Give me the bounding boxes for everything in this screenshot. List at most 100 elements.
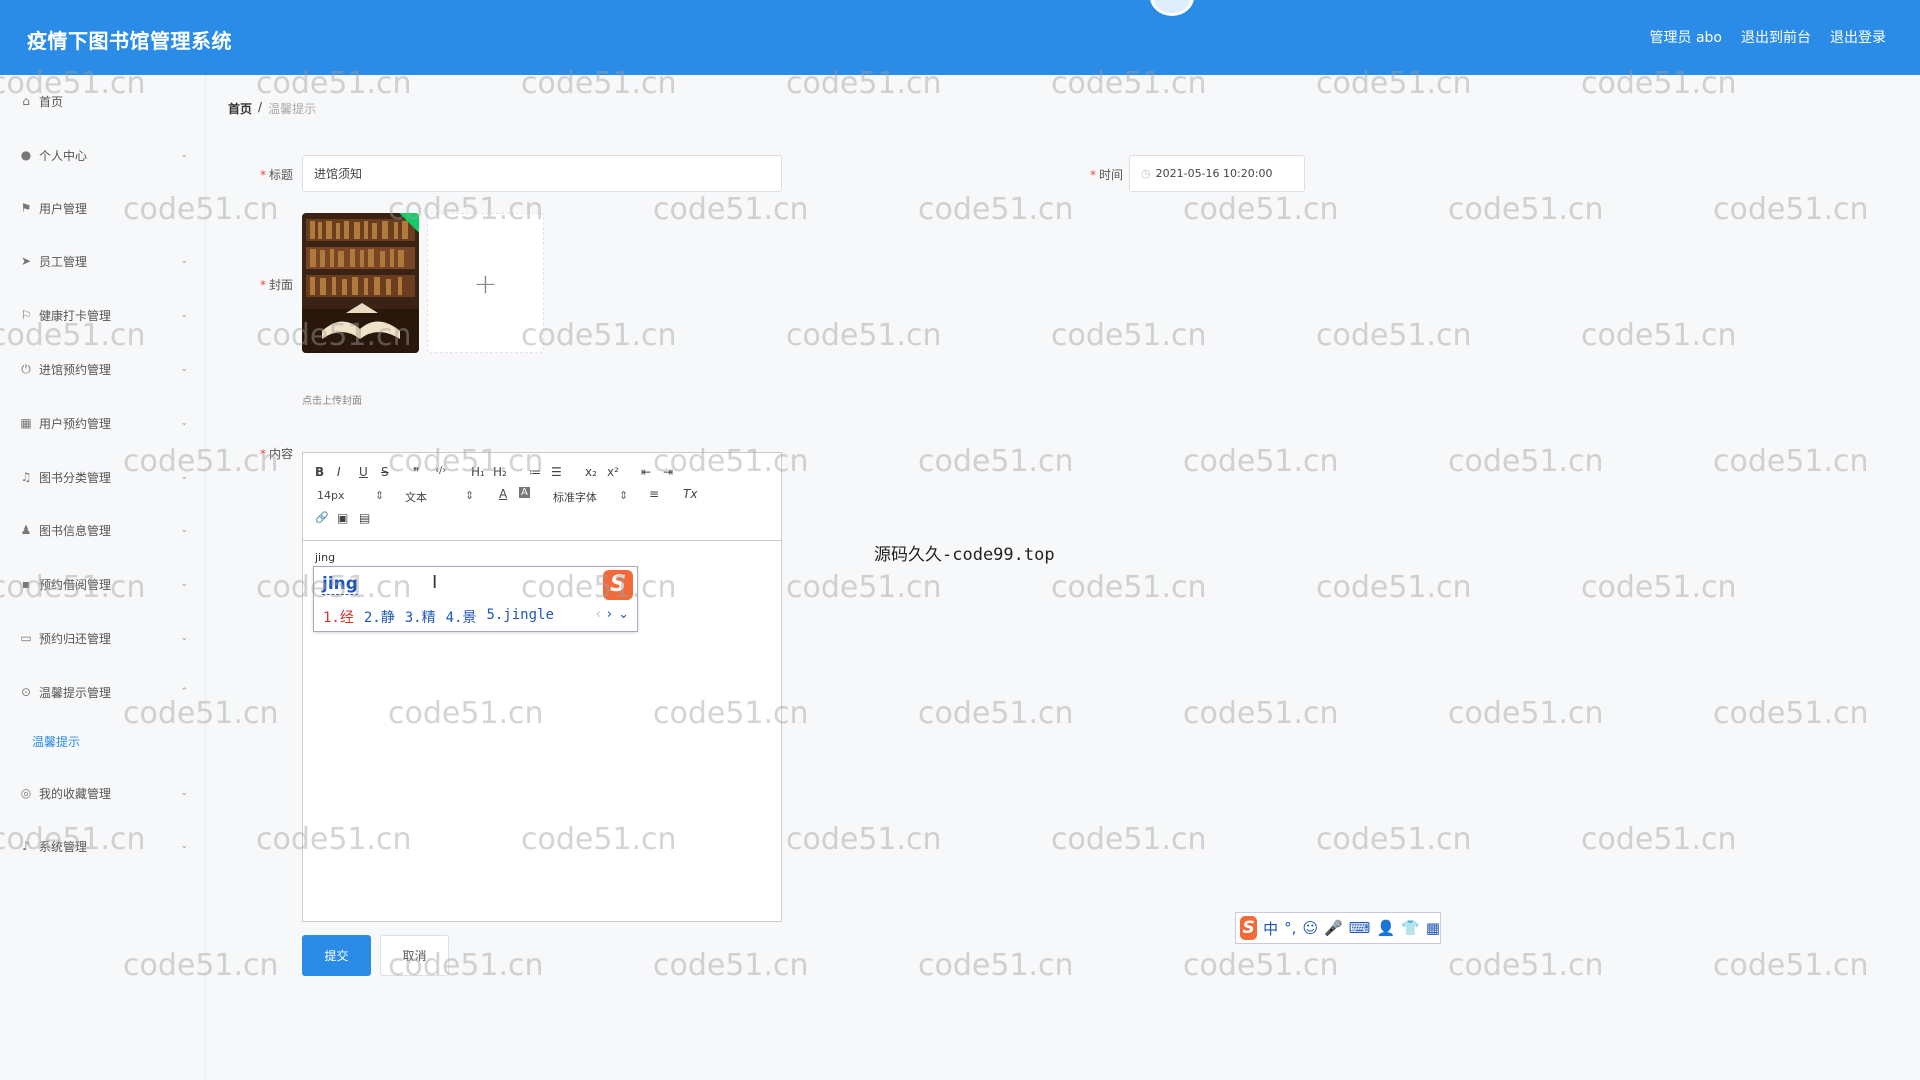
top-header: 疫情下图书馆管理系统 管理员 abo 退出到前台 退出登录 [0, 0, 1920, 75]
ime-next-icon[interactable]: › [607, 607, 612, 622]
sidebar-item-book-info[interactable]: ♟ 图书信息管理 ⌄ [0, 510, 206, 550]
rich-text-editor[interactable]: B I U S ❞ ‹/› H₁ H₂ ≔ ☰ x₂ x² ⇤ ⇥ 14px ⇕… [302, 452, 782, 922]
bold-button[interactable]: B [315, 465, 324, 479]
ime-candidate[interactable]: 3.精 [405, 607, 436, 627]
sidebar-item-user-booking[interactable]: ▦ 用户预约管理 ⌄ [0, 403, 206, 443]
background-color-button[interactable]: A [519, 487, 530, 498]
background-watermark: code51.cn [1448, 696, 1604, 731]
logout-link[interactable]: 退出登录 [1830, 27, 1886, 47]
sidebar-item-staff[interactable]: ➤ 员工管理 ⌄ [0, 241, 206, 281]
underline-button[interactable]: U [359, 465, 368, 479]
sidebar-item-borrow-booking[interactable]: ▪ 预约借阅管理 ⌄ [0, 564, 206, 604]
ime-prev-icon[interactable]: ‹ [596, 607, 601, 622]
sidebar-item-favorites[interactable]: ◎ 我的收藏管理 ⌄ [0, 773, 206, 813]
quote-button[interactable]: ❞ [413, 465, 419, 479]
text-cursor-icon: I [432, 572, 438, 593]
image-icon[interactable]: ▣ [337, 511, 348, 525]
keyboard-icon[interactable]: ⌨ [1349, 919, 1371, 937]
video-icon[interactable]: ▤ [359, 511, 370, 525]
breadcrumb-home[interactable]: 首页 [228, 100, 252, 117]
user-icon[interactable]: 👤 [1376, 919, 1395, 937]
background-watermark: code51.cn [1713, 948, 1869, 983]
indent-button[interactable]: ⇥ [663, 465, 673, 479]
sidebar-item-return-booking[interactable]: ▭ 预约归还管理 ⌄ [0, 618, 206, 658]
ime-candidate[interactable]: 5.jingle [486, 607, 553, 627]
chevron-down-icon: ⌄ [180, 472, 188, 482]
front-page-link[interactable]: 退出到前台 [1741, 27, 1811, 47]
cancel-button[interactable]: 取消 [380, 935, 449, 976]
h2-button[interactable]: H₂ [493, 465, 507, 479]
sidebar: ⌂ 首页 ● 个人中心 ⌄ ⚑ 用户管理 ➤ 员工管理 ⌄ ⚐ 健康打卡管理 ⌄… [0, 75, 206, 1080]
ime-nav: ‹ › ⌄ [596, 607, 629, 622]
sidebar-item-health-checkin[interactable]: ⚐ 健康打卡管理 ⌄ [0, 295, 206, 335]
microphone-icon[interactable]: 🎤 [1324, 919, 1343, 937]
background-watermark: code51.cn [521, 318, 677, 353]
admin-user-label[interactable]: 管理员 abo [1650, 27, 1722, 47]
chevron-up-icon: ⌃ [180, 687, 188, 697]
emoji-icon[interactable]: ☺ [1302, 919, 1318, 937]
background-watermark: code51.cn [1183, 948, 1339, 983]
mic-icon: ♪ [22, 839, 30, 853]
ime-candidate[interactable]: 2.静 [364, 607, 395, 627]
sogou-logo-icon[interactable]: S [1240, 916, 1258, 940]
ime-expand-icon[interactable]: ⌄ [618, 607, 629, 622]
italic-button[interactable]: I [337, 465, 341, 479]
required-mark: * [1089, 168, 1096, 182]
h1-button[interactable]: H₁ [471, 465, 485, 479]
sidebar-item-label: 员工管理 [39, 254, 88, 269]
cover-image[interactable] [302, 213, 419, 353]
background-watermark: code51.cn [786, 570, 942, 605]
sidebar-item-personal-center[interactable]: ● 个人中心 ⌄ [0, 135, 206, 175]
link-icon[interactable]: 🔗 [315, 511, 329, 524]
font-size-select[interactable]: 14px [317, 489, 345, 502]
sidebar-item-book-category[interactable]: ♫ 图书分类管理 ⌄ [0, 457, 206, 497]
background-watermark: code51.cn [1316, 318, 1472, 353]
submit-button[interactable]: 提交 [302, 935, 371, 976]
font-color-button[interactable]: A [499, 487, 507, 501]
bullet-list-button[interactable]: ☰ [551, 465, 562, 479]
code-button[interactable]: ‹/› [435, 465, 446, 476]
background-watermark: code51.cn [1183, 192, 1339, 227]
editor-content[interactable]: jing [315, 551, 335, 564]
title-input[interactable]: 进馆须知 [302, 155, 782, 192]
cover-label: * 封面 [250, 276, 293, 293]
power-icon: ⏻ [21, 361, 31, 376]
sidebar-item-tips[interactable]: ⊙ 温馨提示管理 ⌃ [0, 672, 206, 712]
sidebar-item-label: 健康打卡管理 [39, 308, 112, 323]
user-icon: ● [20, 148, 32, 162]
home-icon: ⌂ [22, 94, 30, 108]
punctuation-icon[interactable]: °, [1284, 919, 1296, 937]
font-family-select[interactable]: 标准字体 [553, 489, 597, 505]
ime-mode-toggle[interactable]: 中 [1263, 918, 1278, 939]
skin-icon[interactable]: 👕 [1401, 919, 1420, 937]
apps-icon: ▪ [21, 577, 31, 591]
sidebar-item-home[interactable]: ⌂ 首页 [0, 81, 206, 121]
strike-button[interactable]: S [381, 465, 389, 479]
cover-label-text: 封面 [268, 278, 293, 292]
sidebar-item-system[interactable]: ♪ 系统管理 ⌄ [0, 826, 206, 866]
outdent-button[interactable]: ⇤ [641, 465, 651, 479]
subscript-button[interactable]: x₂ [585, 465, 597, 479]
submenu-item-tips[interactable]: 温馨提示 [32, 733, 80, 750]
time-picker[interactable]: ◷ 2021-05-16 10:20:00 [1129, 155, 1305, 192]
sidebar-item-label: 图书信息管理 [39, 523, 112, 538]
select-arrows-icon: ⇕ [619, 489, 629, 502]
background-watermark: code51.cn [786, 822, 942, 857]
align-button[interactable]: ≡ [649, 487, 659, 501]
sidebar-item-users[interactable]: ⚑ 用户管理 [0, 188, 206, 228]
ime-candidate[interactable]: 1.经 [323, 607, 354, 627]
header-avatar[interactable] [1150, 0, 1194, 16]
header-select[interactable]: 文本 [405, 489, 427, 505]
sidebar-item-entry-booking[interactable]: ⏻ 进馆预约管理 ⌄ [0, 349, 206, 389]
upload-cover-button[interactable]: + [427, 213, 544, 353]
toolbox-icon[interactable]: ▦ [1426, 919, 1440, 937]
time-label-text: 时间 [1098, 168, 1123, 182]
background-watermark: code51.cn [786, 318, 942, 353]
clear-format-button[interactable]: Tx [683, 487, 697, 501]
ordered-list-button[interactable]: ≔ [529, 465, 541, 479]
ime-candidate[interactable]: 4.景 [446, 607, 477, 627]
chevron-down-icon: ⌄ [180, 525, 188, 535]
required-mark: * [259, 278, 266, 292]
superscript-button[interactable]: x² [607, 465, 619, 479]
chevron-down-icon: ⌄ [180, 256, 188, 266]
